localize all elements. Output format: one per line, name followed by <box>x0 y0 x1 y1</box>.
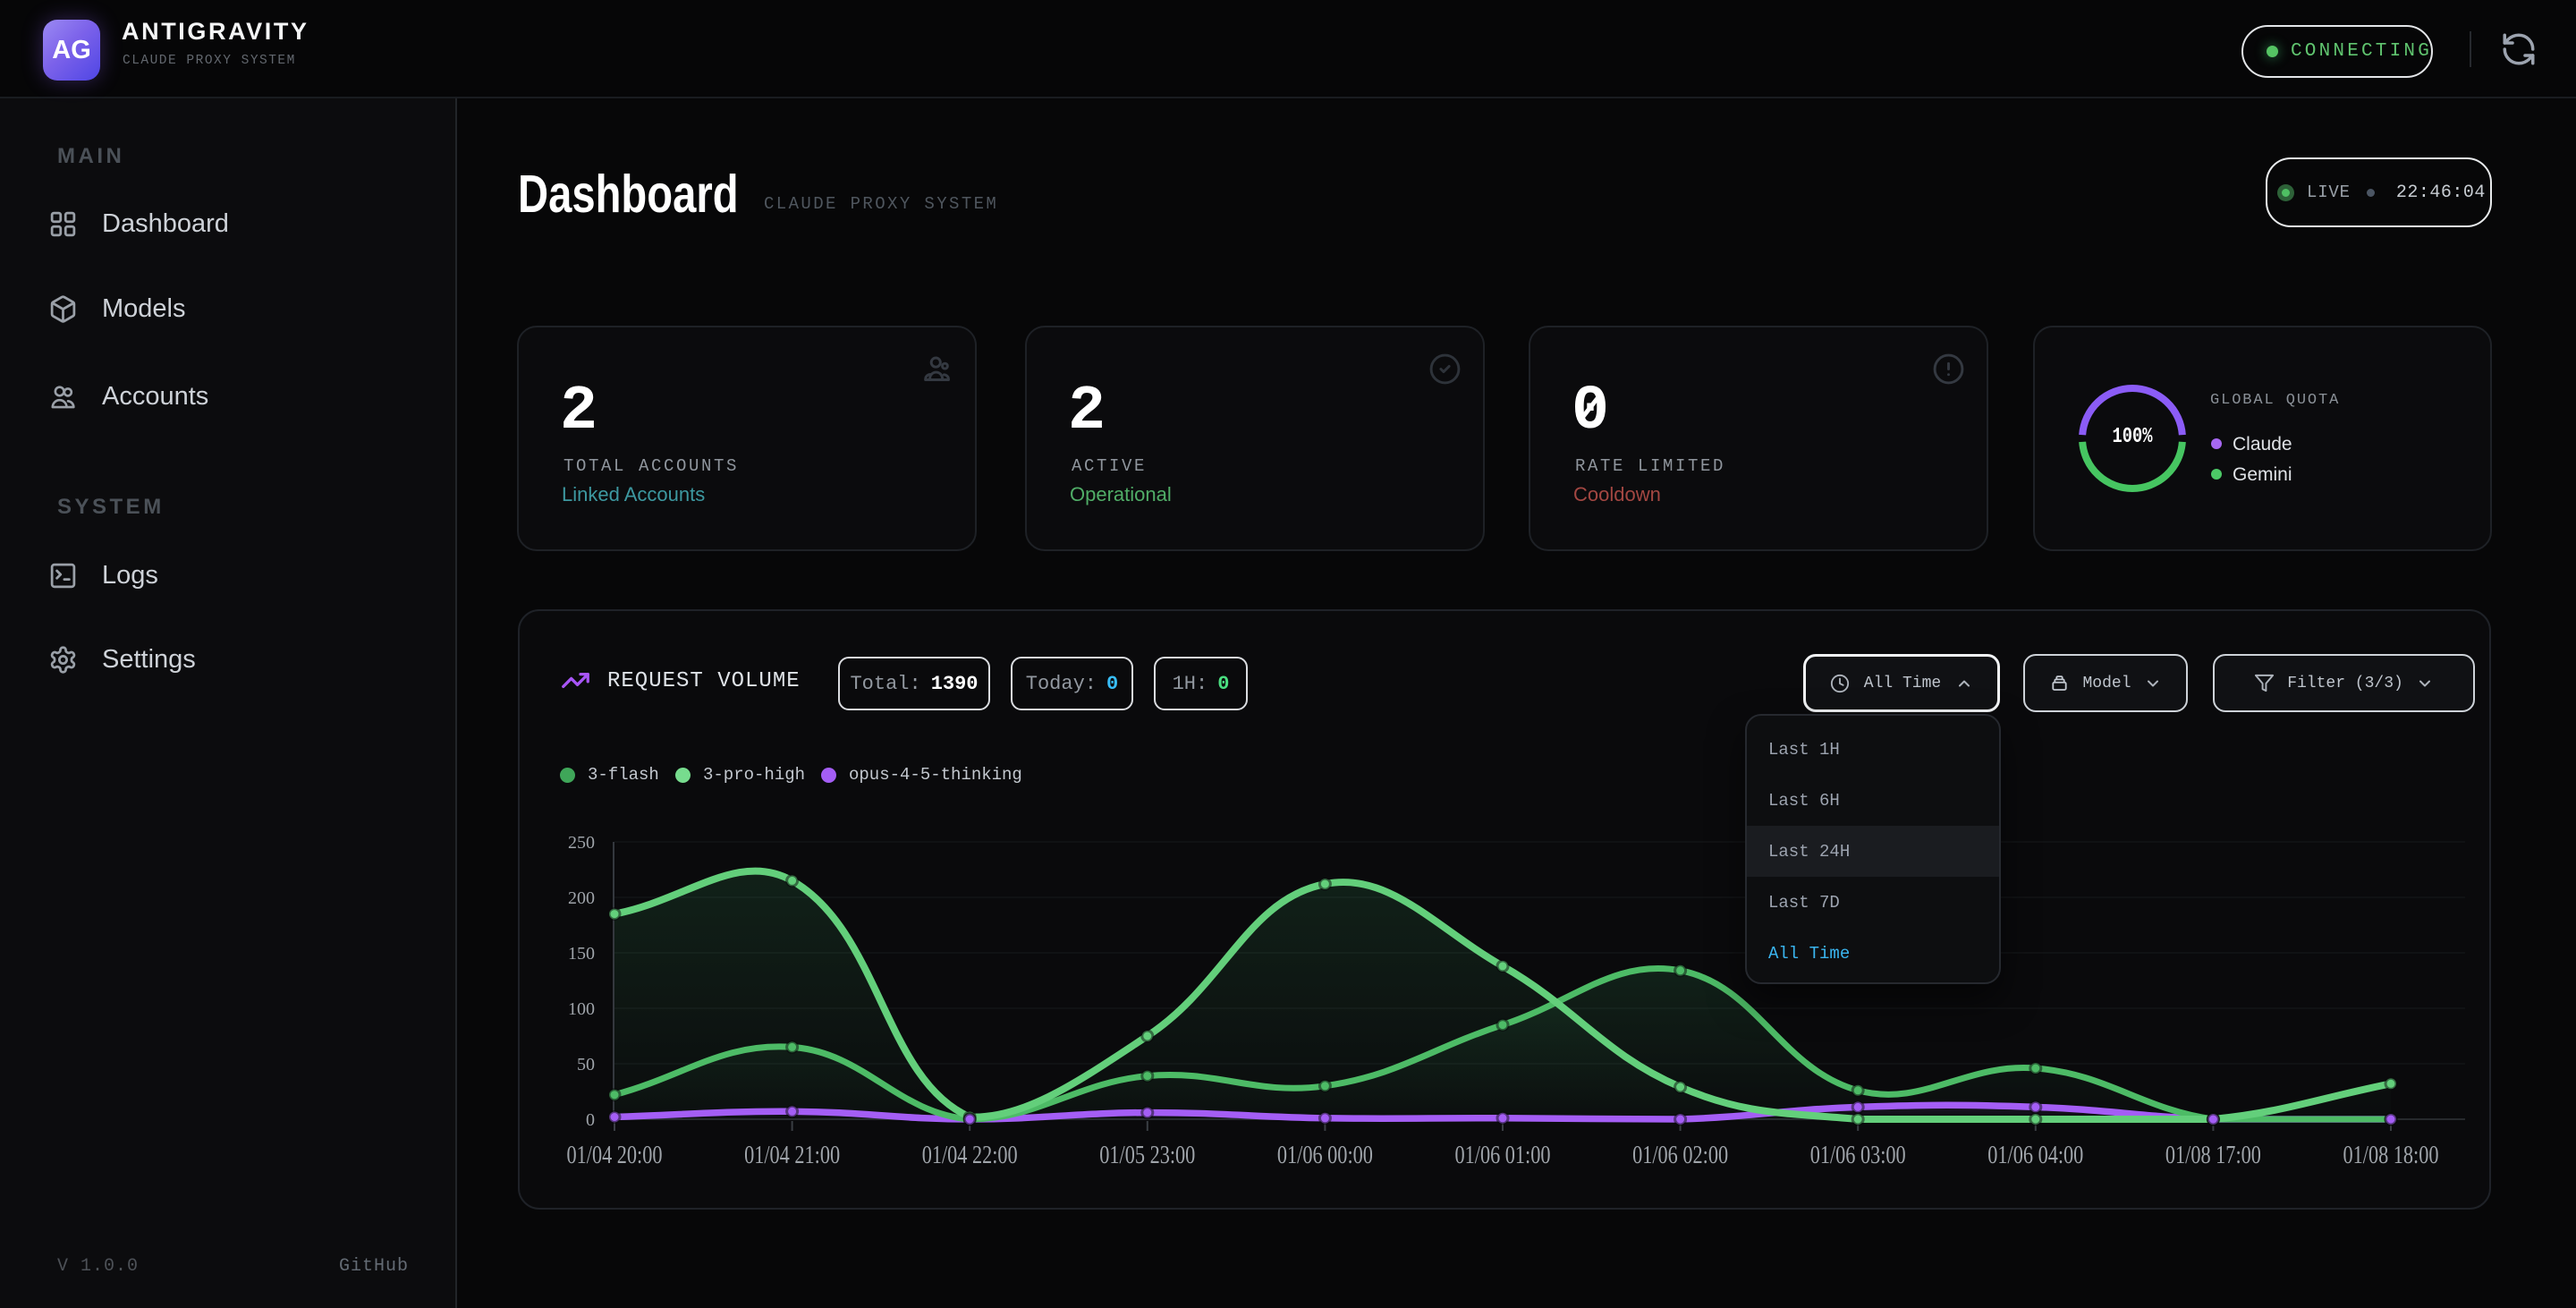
svg-text:01/06 02:00: 01/06 02:00 <box>1632 1142 1728 1169</box>
svg-text:01/06 00:00: 01/06 00:00 <box>1277 1142 1373 1169</box>
svg-text:250: 250 <box>568 833 595 853</box>
svg-text:50: 50 <box>577 1055 595 1074</box>
svg-text:200: 200 <box>568 888 595 908</box>
svg-text:01/04 22:00: 01/04 22:00 <box>922 1142 1018 1169</box>
svg-text:01/06 03:00: 01/06 03:00 <box>1810 1142 1906 1169</box>
svg-text:01/06 01:00: 01/06 01:00 <box>1455 1142 1551 1169</box>
svg-text:01/08 17:00: 01/08 17:00 <box>2165 1142 2261 1169</box>
svg-text:100: 100 <box>568 999 595 1019</box>
svg-text:01/06 04:00: 01/06 04:00 <box>1987 1142 2083 1169</box>
svg-text:150: 150 <box>568 944 595 964</box>
svg-text:0: 0 <box>586 1110 595 1130</box>
svg-text:01/08 18:00: 01/08 18:00 <box>2343 1142 2439 1169</box>
svg-text:01/05 23:00: 01/05 23:00 <box>1099 1142 1195 1169</box>
svg-text:01/04 20:00: 01/04 20:00 <box>567 1142 663 1169</box>
svg-text:01/04 21:00: 01/04 21:00 <box>744 1142 840 1169</box>
